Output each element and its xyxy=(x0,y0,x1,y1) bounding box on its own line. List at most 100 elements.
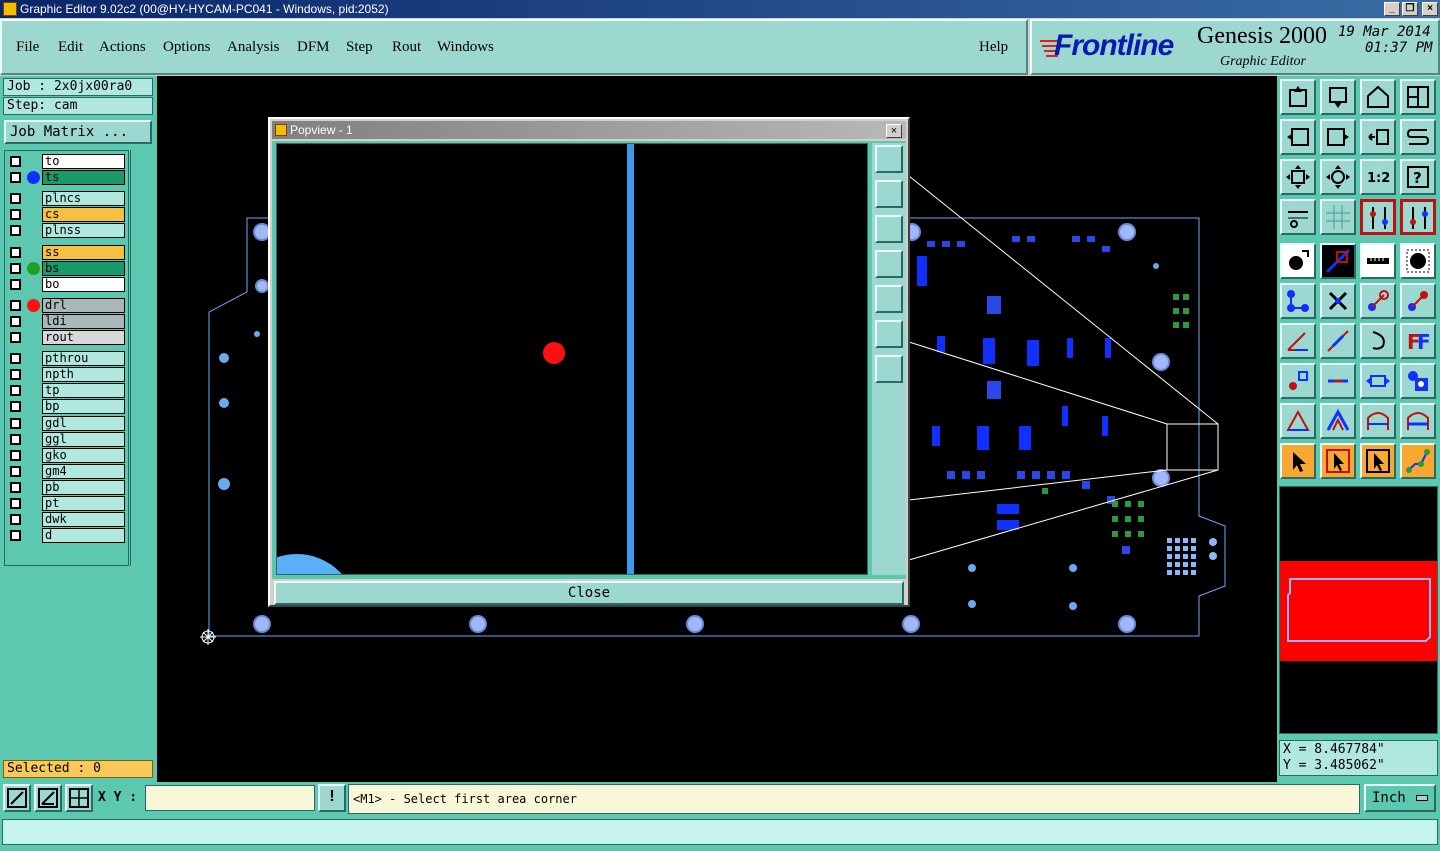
measure-button[interactable] xyxy=(1280,199,1316,235)
ruler-button[interactable] xyxy=(1360,243,1396,279)
copy-button[interactable] xyxy=(1400,283,1436,319)
layer-checkbox[interactable] xyxy=(10,433,21,445)
menu-help[interactable]: Help xyxy=(979,39,1008,56)
units-select[interactable]: Inch xyxy=(1364,784,1436,812)
view-pan-down-button[interactable] xyxy=(1320,79,1356,115)
layer-row[interactable]: plncs xyxy=(7,191,127,207)
view-flip-button[interactable] xyxy=(1360,119,1396,155)
layer-checkbox[interactable] xyxy=(10,262,21,274)
layer-checkbox[interactable] xyxy=(10,385,21,397)
layer-row[interactable]: gm4 xyxy=(7,463,127,479)
zoom-1to2-button[interactable]: 1:2 xyxy=(1360,159,1396,195)
move-button[interactable] xyxy=(1360,283,1396,319)
layer-checkbox[interactable] xyxy=(10,353,21,365)
layer-row[interactable]: plnss xyxy=(7,223,127,239)
layer-checkbox[interactable] xyxy=(10,315,21,327)
menu-step[interactable]: Step xyxy=(346,39,373,56)
close-icon[interactable]: × xyxy=(1422,2,1438,16)
text-button[interactable]: FF xyxy=(1400,323,1436,359)
layer-checkbox[interactable] xyxy=(10,172,21,184)
xy-input[interactable] xyxy=(145,785,315,811)
zoom-fit-button[interactable] xyxy=(1280,159,1316,195)
menu-options[interactable]: Options xyxy=(163,39,211,56)
restore-icon[interactable]: ❐ xyxy=(1402,2,1418,16)
layer-row[interactable]: dwk xyxy=(7,512,127,528)
pad-button[interactable] xyxy=(1280,363,1316,399)
layer-row[interactable]: cs xyxy=(7,207,127,223)
layer-checkbox[interactable] xyxy=(10,449,21,461)
layer-row[interactable]: pthrou xyxy=(7,351,127,367)
view-pan-left-button[interactable] xyxy=(1280,119,1316,155)
view-pan-up-button[interactable] xyxy=(1280,79,1316,115)
layer-row[interactable]: to xyxy=(7,154,127,169)
overview-map[interactable] xyxy=(1279,486,1438,734)
view-redraw-button[interactable] xyxy=(1400,119,1436,155)
grid-button[interactable] xyxy=(1320,199,1356,235)
layer-checkbox[interactable] xyxy=(10,481,21,493)
contour-button[interactable] xyxy=(1360,403,1396,439)
grid-mode-button[interactable] xyxy=(65,784,93,812)
layer-checkbox[interactable] xyxy=(10,498,21,509)
popview-canvas[interactable] xyxy=(276,143,868,575)
popview-pan-left-button[interactable] xyxy=(875,250,903,278)
help-query-button[interactable]: ? xyxy=(1400,159,1436,195)
view-home-button[interactable] xyxy=(1360,79,1396,115)
add-feature-button[interactable] xyxy=(1280,243,1316,279)
layer-scrollbar[interactable] xyxy=(130,150,154,566)
delete-button[interactable] xyxy=(1320,283,1356,319)
menu-actions[interactable]: Actions xyxy=(99,39,146,56)
draw-line-button[interactable] xyxy=(1320,243,1356,279)
stretch-button[interactable] xyxy=(1360,363,1396,399)
menu-edit[interactable]: Edit xyxy=(58,39,83,56)
menu-windows[interactable]: Windows xyxy=(437,39,494,56)
layer-checkbox[interactable] xyxy=(10,156,21,167)
select-pad-button[interactable] xyxy=(1400,243,1436,279)
minimize-icon[interactable]: _ xyxy=(1384,2,1400,16)
surface-button[interactable] xyxy=(1320,403,1356,439)
layer-row[interactable]: drl xyxy=(7,297,127,313)
layer-row[interactable]: gko xyxy=(7,447,127,463)
layer-checkbox[interactable] xyxy=(10,246,21,258)
popview-close-button[interactable]: Close xyxy=(274,581,904,605)
layer-row[interactable]: gdl xyxy=(7,415,127,431)
snap-mode-button[interactable] xyxy=(3,784,31,812)
pointer-select-button[interactable] xyxy=(1280,443,1316,479)
layer-row[interactable]: bp xyxy=(7,399,127,415)
layer-row[interactable]: pb xyxy=(7,479,127,495)
popview-close-icon[interactable]: × xyxy=(886,124,902,138)
menu-dfm[interactable]: DFM xyxy=(297,39,330,56)
layer-row[interactable]: pt xyxy=(7,496,127,511)
layer-row[interactable]: d xyxy=(7,528,127,544)
snap-alt-button[interactable] xyxy=(1400,199,1436,235)
view-pan-right-button[interactable] xyxy=(1320,119,1356,155)
group-button[interactable] xyxy=(1400,363,1436,399)
layer-checkbox[interactable] xyxy=(10,299,21,311)
layer-row[interactable]: tp xyxy=(7,383,127,399)
layer-row[interactable]: rout xyxy=(7,330,127,345)
view-split-button[interactable] xyxy=(1400,79,1436,115)
fill-button[interactable] xyxy=(1400,403,1436,439)
resize-button[interactable] xyxy=(1320,363,1356,399)
popview-window[interactable]: Popview - 1 × Close xyxy=(268,117,910,607)
pointer-net-button[interactable] xyxy=(1400,443,1436,479)
popview-pan-up-button[interactable] xyxy=(875,180,903,208)
menu-analysis[interactable]: Analysis xyxy=(227,39,280,56)
warning-button[interactable]: ! xyxy=(318,784,346,812)
popview-zoom-out-button[interactable] xyxy=(875,355,903,383)
layer-row[interactable]: npth xyxy=(7,367,127,383)
layer-checkbox[interactable] xyxy=(10,401,21,413)
snap-button[interactable] xyxy=(1360,199,1396,235)
layer-row[interactable]: ss xyxy=(7,244,127,260)
layer-checkbox[interactable] xyxy=(10,209,21,221)
layer-checkbox[interactable] xyxy=(10,369,21,381)
layer-checkbox[interactable] xyxy=(10,332,21,343)
layer-row[interactable]: ts xyxy=(7,170,127,186)
layer-row[interactable]: bo xyxy=(7,276,127,292)
pointer-box-button[interactable] xyxy=(1320,443,1356,479)
layer-checkbox[interactable] xyxy=(10,417,21,429)
layer-row[interactable]: bs xyxy=(7,260,127,276)
slope-button[interactable] xyxy=(1320,323,1356,359)
pointer-area-button[interactable] xyxy=(1360,443,1396,479)
popview-zoom-in-button[interactable] xyxy=(875,320,903,348)
layer-checkbox[interactable] xyxy=(10,193,21,205)
